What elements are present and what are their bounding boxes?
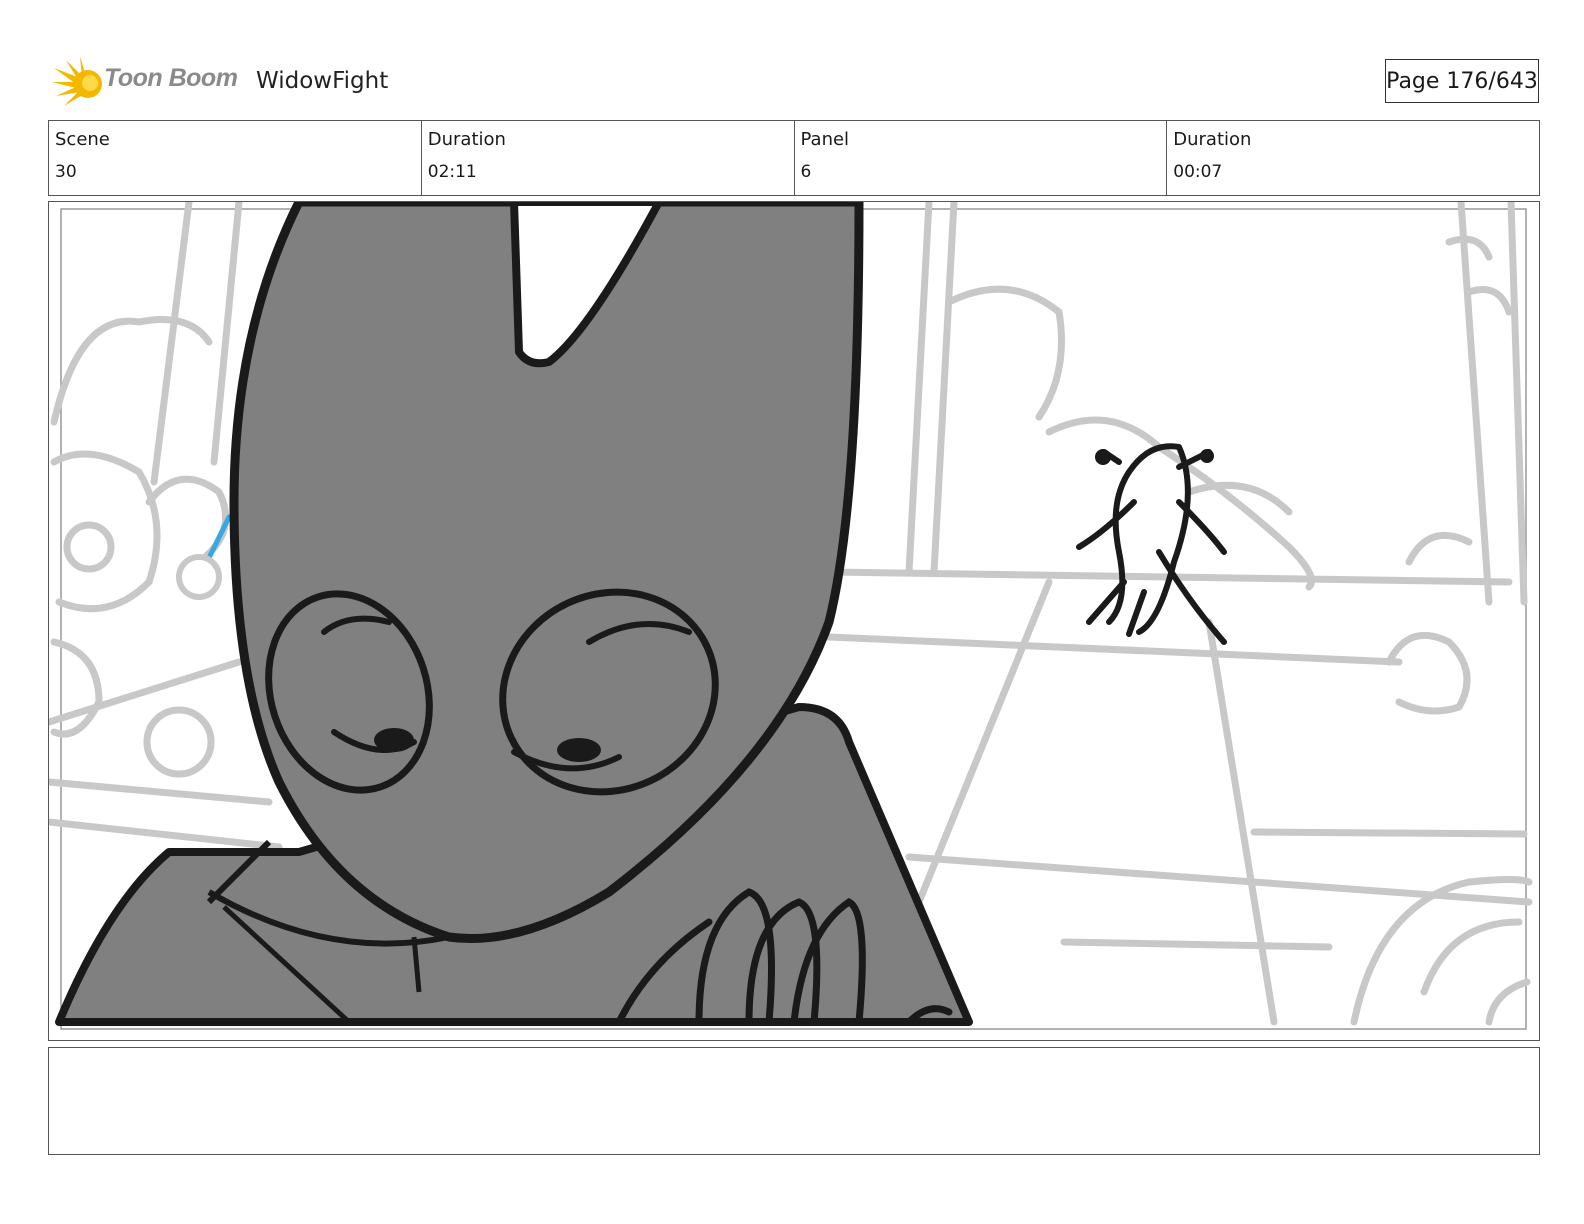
toon-boom-burst-icon: [52, 56, 102, 106]
page-header: Toon Boom WidowFight Page 176/643: [0, 0, 1584, 118]
info-label: Panel: [800, 129, 850, 150]
info-cell-panel-duration: Duration 00:07: [1167, 121, 1539, 195]
info-value: 30: [55, 162, 77, 182]
right-pupil: [557, 738, 601, 762]
info-value: 6: [800, 162, 812, 182]
info-label: Duration: [427, 129, 506, 150]
info-cell-scene-duration: Duration 02:11: [422, 121, 795, 195]
project-title: WidowFight: [256, 68, 389, 94]
info-label: Scene: [55, 129, 110, 150]
info-label: Duration: [1173, 129, 1252, 150]
brand-wordmark: Toon Boom: [104, 64, 238, 92]
panel-notes-area: [48, 1047, 1540, 1155]
info-value: 02:11: [427, 162, 477, 182]
page-indicator: Page 176/643: [1385, 59, 1539, 103]
info-cell-panel: Panel 6: [795, 121, 1168, 195]
blue-sketch-line: [204, 514, 232, 565]
storyboard-panel: [48, 201, 1540, 1041]
info-cell-scene: Scene 30: [49, 121, 422, 195]
scene-info-table: Scene 30 Duration 02:11 Panel 6 Duration…: [48, 120, 1540, 196]
info-value: 00:07: [1173, 162, 1223, 182]
panel-sketch: [49, 202, 1533, 1030]
left-pupil: [374, 728, 414, 752]
